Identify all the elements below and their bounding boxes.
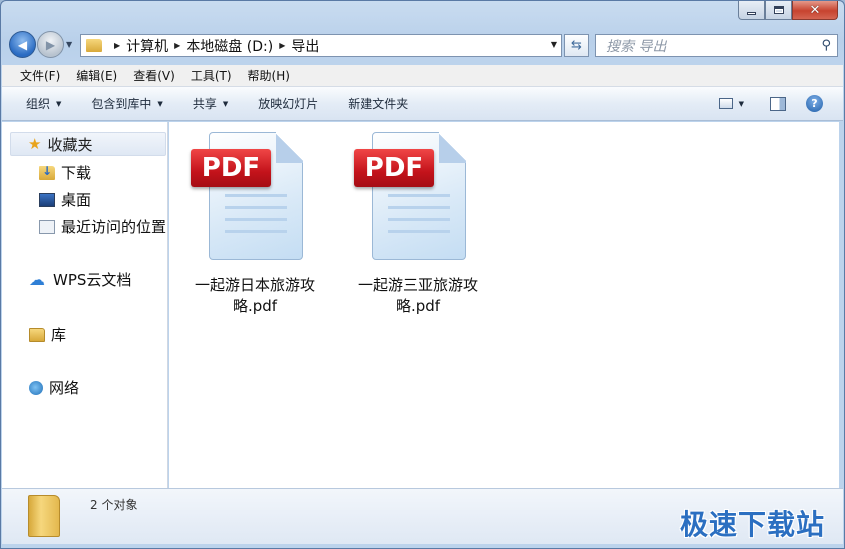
chevron-right-icon[interactable]: ▶ bbox=[279, 41, 285, 50]
sidebar-item-recent-places[interactable]: 最近访问的位置 bbox=[39, 216, 167, 237]
downloads-folder-icon bbox=[39, 164, 55, 180]
item-count: 2 个对象 bbox=[90, 498, 138, 512]
close-icon: ✕ bbox=[809, 2, 821, 18]
change-view-icon[interactable] bbox=[718, 98, 733, 109]
view-controls: ▼ ? bbox=[718, 95, 823, 112]
forward-button[interactable]: ▶ bbox=[37, 31, 64, 58]
navigation-pane: ★ 收藏夹 下载 桌面 最近访问的位置 ☁ WPS云文档 库 网络 bbox=[2, 122, 168, 488]
close-button[interactable]: ✕ bbox=[792, 1, 838, 20]
star-icon: ★ bbox=[28, 135, 42, 153]
file-item-sanya-guide[interactable]: PDF 一起游三亚旅游攻略.pdf bbox=[348, 132, 488, 315]
sidebar-item-label: WPS云文档 bbox=[53, 271, 132, 289]
page-fold bbox=[439, 132, 466, 163]
nav-buttons: ◀ ▶ ▼ bbox=[9, 31, 72, 58]
caption-buttons: ✕ bbox=[738, 1, 838, 23]
preview-pane-icon[interactable] bbox=[770, 96, 786, 111]
sidebar-item-desktop[interactable]: 桌面 bbox=[39, 189, 91, 210]
sidebar-item-label: 最近访问的位置 bbox=[61, 218, 167, 236]
organize-label: 组织 bbox=[26, 97, 51, 111]
refresh-icon: ⇆ bbox=[571, 38, 582, 53]
recent-places-icon bbox=[39, 219, 55, 234]
address-bar[interactable]: ▶ 计算机 ▶ 本地磁盘 (D:) ▶ 导出 ▼ bbox=[80, 34, 562, 57]
recent-pages-dropdown-icon[interactable]: ▼ bbox=[66, 40, 72, 49]
sidebar-item-label: 桌面 bbox=[61, 191, 92, 209]
sidebar-item-library[interactable]: 库 bbox=[29, 324, 66, 345]
chevron-down-icon: ▼ bbox=[157, 99, 163, 108]
help-icon[interactable]: ? bbox=[806, 95, 823, 112]
file-name: 一起游三亚旅游攻略.pdf bbox=[357, 276, 478, 315]
share-label: 共享 bbox=[192, 97, 217, 111]
forward-arrow-icon: ▶ bbox=[45, 37, 56, 52]
text-lines bbox=[225, 194, 287, 242]
menu-bar: 文件(F) 编辑(E) 查看(V) 工具(T) 帮助(H) bbox=[2, 65, 843, 87]
chevron-right-icon[interactable]: ▶ bbox=[114, 41, 120, 50]
cloud-icon: ☁ bbox=[29, 270, 45, 289]
menu-file[interactable]: 文件(F) bbox=[20, 67, 60, 84]
include-in-library-button[interactable]: 包含到库中 ▼ bbox=[91, 95, 162, 112]
sidebar-item-label: 收藏夹 bbox=[47, 135, 93, 154]
chevron-down-icon: ▼ bbox=[222, 99, 229, 108]
view-options-dropdown-icon[interactable]: ▼ bbox=[739, 100, 744, 108]
search-placeholder: 搜索 导出 bbox=[606, 38, 667, 55]
back-button[interactable]: ◀ bbox=[9, 31, 36, 58]
sidebar-item-label: 下载 bbox=[61, 164, 92, 182]
sidebar-item-downloads[interactable]: 下载 bbox=[39, 162, 91, 183]
maximize-icon bbox=[773, 6, 784, 14]
details-pane: 2 个对象 极速下载站 bbox=[2, 488, 843, 544]
file-list: PDF 一起游日本旅游攻略.pdf PDF 一起游三亚旅游攻略.pdf bbox=[169, 122, 839, 488]
back-arrow-icon: ◀ bbox=[17, 37, 28, 52]
desktop-icon bbox=[39, 192, 55, 207]
sidebar-item-label: 库 bbox=[51, 326, 67, 344]
minimize-icon bbox=[747, 11, 756, 15]
pdf-file-icon: PDF bbox=[191, 132, 303, 260]
text-lines bbox=[388, 194, 450, 242]
explorer-window: ✕ ◀ ▶ ▼ ▶ 计算机 ▶ 本地磁盘 (D:) ▶ 导出 ▼ ⇆ 搜索 导出… bbox=[0, 0, 845, 549]
network-icon bbox=[29, 380, 43, 395]
sidebar-item-favorites[interactable]: ★ 收藏夹 bbox=[10, 132, 166, 156]
slideshow-button[interactable]: 放映幻灯片 bbox=[258, 95, 318, 112]
search-input[interactable]: 搜索 导出 ⚲ bbox=[595, 34, 838, 57]
include-in-library-label: 包含到库中 bbox=[91, 97, 152, 111]
pdf-badge: PDF bbox=[191, 149, 271, 187]
sidebar-item-network[interactable]: 网络 bbox=[29, 377, 79, 398]
file-item-japan-guide[interactable]: PDF 一起游日本旅游攻略.pdf bbox=[185, 132, 325, 315]
menu-help[interactable]: 帮助(H) bbox=[248, 67, 290, 84]
site-watermark: 极速下载站 bbox=[679, 508, 825, 541]
organize-button[interactable]: 组织 ▼ bbox=[26, 95, 61, 112]
folder-icon bbox=[86, 39, 102, 52]
minimize-button[interactable] bbox=[738, 1, 765, 20]
file-name: 一起游日本旅游攻略.pdf bbox=[194, 276, 315, 315]
breadcrumb-computer[interactable]: 计算机 bbox=[126, 36, 168, 56]
folder-icon bbox=[28, 495, 60, 537]
share-button[interactable]: 共享 ▼ bbox=[193, 95, 228, 112]
chevron-down-icon: ▼ bbox=[56, 99, 62, 108]
breadcrumb-export[interactable]: 导出 bbox=[291, 36, 319, 56]
chevron-right-icon[interactable]: ▶ bbox=[174, 41, 180, 50]
new-folder-button[interactable]: 新建文件夹 bbox=[348, 95, 408, 112]
sidebar-item-label: 网络 bbox=[49, 379, 80, 397]
sidebar-item-wps-cloud[interactable]: ☁ WPS云文档 bbox=[29, 269, 131, 290]
pdf-badge: PDF bbox=[354, 149, 434, 187]
maximize-button[interactable] bbox=[765, 1, 792, 20]
refresh-button[interactable]: ⇆ bbox=[564, 34, 589, 57]
library-icon bbox=[29, 327, 45, 342]
menu-tools[interactable]: 工具(T) bbox=[191, 67, 232, 84]
breadcrumb-drive-d[interactable]: 本地磁盘 (D:) bbox=[186, 36, 273, 56]
page-fold bbox=[276, 132, 303, 163]
command-bar: 组织 ▼ 包含到库中 ▼ 共享 ▼ 放映幻灯片 新建文件夹 ▼ ? bbox=[2, 87, 843, 121]
menu-view[interactable]: 查看(V) bbox=[133, 67, 175, 84]
address-dropdown-icon[interactable]: ▼ bbox=[551, 40, 557, 49]
search-icon[interactable]: ⚲ bbox=[821, 38, 831, 53]
pdf-file-icon: PDF bbox=[354, 132, 466, 260]
menu-edit[interactable]: 编辑(E) bbox=[76, 67, 117, 84]
